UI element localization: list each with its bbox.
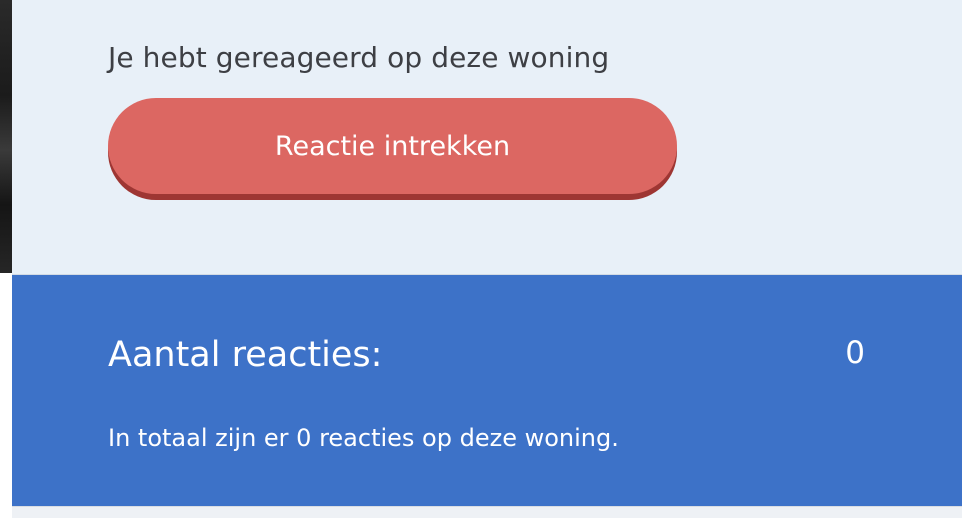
withdraw-reaction-button[interactable]: Reactie intrekken bbox=[108, 98, 677, 194]
reactions-count-label: Aantal reacties: bbox=[108, 335, 383, 375]
property-photo-edge bbox=[0, 0, 12, 273]
reaction-status-panel: Je hebt gereageerd op deze woning Reacti… bbox=[12, 0, 962, 275]
reactions-summary-text: In totaal zijn er 0 reacties op deze won… bbox=[108, 424, 619, 452]
page-right-margin bbox=[962, 0, 968, 518]
next-section-edge bbox=[12, 506, 962, 518]
reactions-count-value: 0 bbox=[845, 335, 865, 371]
reactions-summary-panel: Aantal reacties: 0 In totaal zijn er 0 r… bbox=[12, 275, 962, 506]
reaction-status-text: Je hebt gereageerd op deze woning bbox=[108, 41, 610, 74]
page: Je hebt gereageerd op deze woning Reacti… bbox=[0, 0, 968, 518]
